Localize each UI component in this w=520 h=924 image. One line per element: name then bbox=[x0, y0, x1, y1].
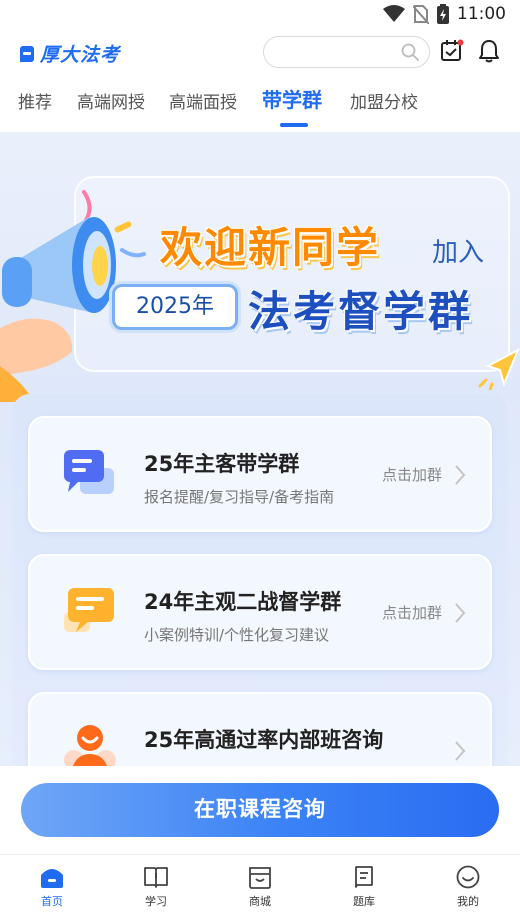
nav-question-bank[interactable]: 题库 bbox=[334, 865, 394, 909]
status-time: 11:00 bbox=[457, 4, 506, 24]
tab-study-group[interactable]: 带学群 bbox=[262, 84, 322, 113]
logo-mark-icon bbox=[20, 45, 34, 62]
status-bar: 11:00 bbox=[0, 0, 520, 30]
shop-icon bbox=[249, 867, 271, 889]
main-content: 欢迎新同学 加入 2025年 法考督学群 25年主客带学群 报名提醒/复习指导/… bbox=[0, 132, 520, 766]
banner-join-text: 加入 bbox=[432, 238, 485, 268]
active-tab-indicator bbox=[280, 123, 308, 127]
cta-area: 在职课程咨询 bbox=[0, 766, 520, 854]
nav-shop[interactable]: 商城 bbox=[230, 865, 290, 909]
search-input[interactable] bbox=[263, 36, 430, 68]
wifi-icon bbox=[383, 5, 405, 22]
group-card-24-subjective-retake[interactable]: 24年主观二战督学群 小案例特训/个性化复习建议 点击加群 bbox=[28, 554, 492, 670]
nav-home[interactable]: 首页 bbox=[22, 865, 82, 909]
advisor-avatar-icon bbox=[64, 725, 116, 766]
profile-icon bbox=[456, 865, 480, 889]
nav-profile[interactable]: 我的 bbox=[438, 865, 498, 909]
group-card-25-internal-class[interactable]: 25年高通过率内部班咨询 bbox=[28, 692, 492, 766]
banner-year-badge: 2025年 bbox=[112, 284, 238, 330]
book-icon bbox=[144, 867, 168, 888]
no-sim-icon bbox=[413, 5, 429, 24]
tab-online-premium[interactable]: 高端网授 bbox=[77, 88, 145, 113]
card-title: 25年高通过率内部班咨询 bbox=[144, 728, 384, 752]
home-icon bbox=[41, 869, 63, 888]
chevron-right-icon bbox=[455, 465, 466, 485]
course-consult-button[interactable]: 在职课程咨询 bbox=[21, 783, 499, 837]
pointer-arrow-icon bbox=[478, 347, 520, 390]
status-icons: 11:00 bbox=[383, 4, 506, 24]
app-logo[interactable]: 厚大法考 bbox=[20, 40, 120, 67]
megaphone-icon bbox=[0, 190, 146, 402]
card-subtitle: 小案例特训/个性化复习建议 bbox=[144, 626, 330, 644]
app-header: 厚大法考 bbox=[0, 30, 520, 76]
nav-study[interactable]: 学习 bbox=[126, 865, 186, 909]
nav-label: 商城 bbox=[249, 895, 271, 908]
study-group-banner: 欢迎新同学 加入 2025年 法考督学群 bbox=[0, 132, 520, 402]
nav-label: 首页 bbox=[41, 895, 63, 908]
chat-bubble-icon bbox=[64, 450, 114, 494]
card-title: 25年主客带学群 bbox=[144, 452, 300, 476]
search-icon bbox=[401, 43, 419, 61]
chevron-right-icon bbox=[455, 603, 466, 623]
nav-label: 我的 bbox=[457, 895, 479, 908]
notification-bell-icon[interactable] bbox=[477, 39, 501, 63]
bottom-nav: 首页 学习 商城 题库 我的 bbox=[0, 854, 520, 924]
banner-group-title: 法考督学群 bbox=[248, 287, 474, 336]
banner-headline: 欢迎新同学 bbox=[160, 223, 381, 272]
group-card-25-main-objective[interactable]: 25年主客带学群 报名提醒/复习指导/备考指南 点击加群 bbox=[28, 416, 492, 532]
tab-franchise-branch[interactable]: 加盟分校 bbox=[350, 88, 418, 113]
battery-icon bbox=[437, 4, 449, 24]
nav-label: 学习 bbox=[145, 895, 167, 908]
join-group-link[interactable]: 点击加群 bbox=[382, 464, 442, 485]
category-tabs: 推荐 高端网授 高端面授 带学群 加盟分校 bbox=[0, 76, 520, 132]
calendar-checkin-icon[interactable] bbox=[440, 39, 464, 63]
join-group-link[interactable]: 点击加群 bbox=[382, 602, 442, 623]
nav-label: 题库 bbox=[353, 895, 375, 908]
tab-offline-premium[interactable]: 高端面授 bbox=[169, 88, 237, 113]
question-bank-icon bbox=[355, 866, 373, 888]
message-card-icon bbox=[64, 588, 114, 632]
logo-text: 厚大法考 bbox=[40, 44, 121, 66]
card-subtitle: 报名提醒/复习指导/备考指南 bbox=[144, 488, 335, 506]
card-title: 24年主观二战督学群 bbox=[144, 590, 342, 614]
chevron-right-icon bbox=[455, 741, 466, 761]
tab-recommend[interactable]: 推荐 bbox=[18, 88, 52, 113]
